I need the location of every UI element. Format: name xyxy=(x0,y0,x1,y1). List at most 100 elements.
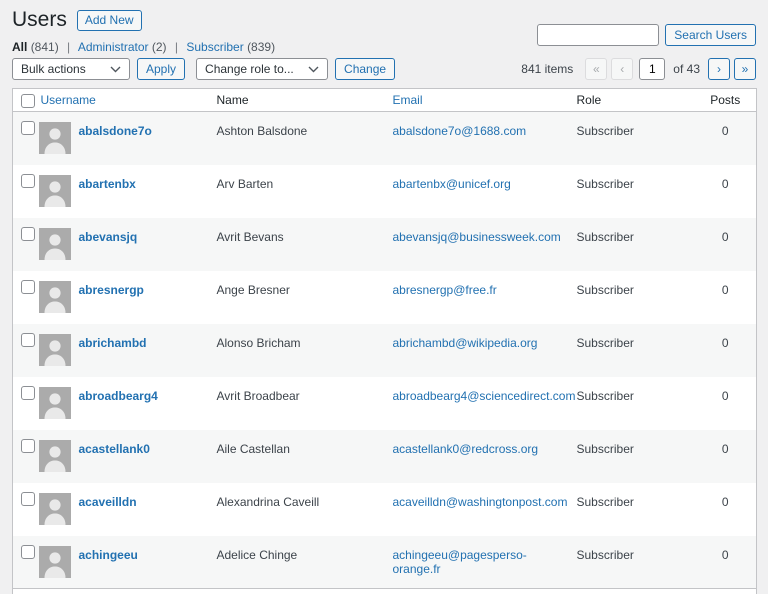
user-role: Subscriber xyxy=(575,377,701,430)
view-administrator[interactable]: Administrator xyxy=(78,40,149,54)
user-full-name: Alonso Bricham xyxy=(215,324,391,377)
users-table: Username Name Email Role Posts abalsdone… xyxy=(12,88,757,594)
username-link[interactable]: abroadbearg4 xyxy=(79,387,158,403)
change-button[interactable]: Change xyxy=(335,58,395,80)
current-page-input[interactable] xyxy=(639,58,665,80)
first-page-button: « xyxy=(585,58,607,80)
posts-count-link[interactable]: 0 xyxy=(722,548,729,562)
posts-count-link[interactable]: 0 xyxy=(722,389,729,403)
users-admin-page: Users Add New Search Users All (841) | A… xyxy=(0,0,768,594)
posts-count-link[interactable]: 0 xyxy=(722,336,729,350)
row-checkbox[interactable] xyxy=(21,174,35,188)
user-full-name: Adelice Chinge xyxy=(215,536,391,589)
next-page-button[interactable]: › xyxy=(708,58,730,80)
email-link[interactable]: acaveilldn@washingtonpost.com xyxy=(393,495,568,509)
posts-count-link[interactable]: 0 xyxy=(722,230,729,244)
add-new-button[interactable]: Add New xyxy=(77,10,142,31)
email-link[interactable]: abevansjq@businessweek.com xyxy=(393,230,561,244)
table-row: abrichambd Alonso Bricham abrichambd@wik… xyxy=(13,324,757,377)
search-input[interactable] xyxy=(537,24,659,46)
view-separator: | xyxy=(175,40,178,54)
previous-page-button: ‹ xyxy=(611,58,633,80)
user-full-name: Avrit Broadbear xyxy=(215,377,391,430)
email-link[interactable]: abartenbx@unicef.org xyxy=(393,177,511,191)
username-link[interactable]: achingeeu xyxy=(79,546,138,562)
user-full-name: Aile Castellan xyxy=(215,430,391,483)
username-link[interactable]: abrichambd xyxy=(79,334,147,350)
pagination: 841 items « ‹ of 43 › » xyxy=(521,58,756,80)
column-header-role: Role xyxy=(575,89,701,112)
user-role: Subscriber xyxy=(575,112,701,165)
posts-count-link[interactable]: 0 xyxy=(722,495,729,509)
user-role: Subscriber xyxy=(575,218,701,271)
row-checkbox[interactable] xyxy=(21,492,35,506)
row-checkbox[interactable] xyxy=(21,121,35,135)
table-row: abevansjq Avrit Bevans abevansjq@busines… xyxy=(13,218,757,271)
posts-count-link[interactable]: 0 xyxy=(722,442,729,456)
items-count: 841 items xyxy=(521,62,573,76)
change-role-select[interactable]: Change role to... xyxy=(196,58,328,80)
email-link[interactable]: abrichambd@wikipedia.org xyxy=(393,336,538,350)
user-full-name: Avrit Bevans xyxy=(215,218,391,271)
user-role: Subscriber xyxy=(575,324,701,377)
user-role: Subscriber xyxy=(575,165,701,218)
username-link[interactable]: abartenbx xyxy=(79,175,136,191)
page-title: Users xyxy=(12,8,67,32)
column-header-username[interactable]: Username xyxy=(39,89,215,112)
user-role: Subscriber xyxy=(575,483,701,536)
table-row: abalsdone7o Ashton Balsdone abalsdone7o@… xyxy=(13,112,757,165)
select-all-checkbox[interactable] xyxy=(21,94,35,108)
email-link[interactable]: abalsdone7o@1688.com xyxy=(393,124,527,138)
email-link[interactable]: abroadbearg4@sciencedirect.com xyxy=(393,389,576,403)
view-subscriber[interactable]: Subscriber xyxy=(186,40,243,54)
email-link[interactable]: abresnergp@free.fr xyxy=(393,283,497,297)
view-separator: | xyxy=(67,40,70,54)
row-checkbox[interactable] xyxy=(21,227,35,241)
column-header-email[interactable]: Email xyxy=(391,89,575,112)
view-all[interactable]: All xyxy=(12,40,27,54)
row-checkbox[interactable] xyxy=(21,545,35,559)
row-checkbox[interactable] xyxy=(21,280,35,294)
posts-count-link[interactable]: 0 xyxy=(722,283,729,297)
avatar xyxy=(39,546,71,578)
row-checkbox[interactable] xyxy=(21,333,35,347)
username-link[interactable]: abalsdone7o xyxy=(79,122,152,138)
avatar xyxy=(39,387,71,419)
user-role: Subscriber xyxy=(575,430,701,483)
apply-button[interactable]: Apply xyxy=(137,58,185,80)
bulk-actions-select[interactable]: Bulk actions xyxy=(12,58,130,80)
email-link[interactable]: acastellank0@redcross.org xyxy=(393,442,539,456)
change-role-value: Change role to... xyxy=(205,62,294,76)
last-page-button[interactable]: » xyxy=(734,58,756,80)
table-row: abroadbearg4 Avrit Broadbear abroadbearg… xyxy=(13,377,757,430)
table-row: abartenbx Arv Barten abartenbx@unicef.or… xyxy=(13,165,757,218)
table-row: achingeeu Adelice Chinge achingeeu@pages… xyxy=(13,536,757,589)
avatar xyxy=(39,228,71,260)
avatar xyxy=(39,281,71,313)
username-link[interactable]: acaveilldn xyxy=(79,493,137,509)
view-subscriber-count: (839) xyxy=(247,40,275,54)
bulk-actions-value: Bulk actions xyxy=(21,62,86,76)
search-users-button[interactable]: Search Users xyxy=(665,24,756,46)
posts-count-link[interactable]: 0 xyxy=(722,177,729,191)
user-role: Subscriber xyxy=(575,271,701,324)
chevron-down-icon xyxy=(110,66,121,73)
row-checkbox[interactable] xyxy=(21,386,35,400)
row-checkbox[interactable] xyxy=(21,439,35,453)
email-link[interactable]: achingeeu@pagesperso-orange.fr xyxy=(393,548,527,576)
username-link[interactable]: abresnergp xyxy=(79,281,144,297)
username-link[interactable]: acastellank0 xyxy=(79,440,150,456)
posts-count-link[interactable]: 0 xyxy=(722,124,729,138)
avatar xyxy=(39,334,71,366)
username-link[interactable]: abevansjq xyxy=(79,228,138,244)
search-box: Search Users xyxy=(537,24,756,46)
view-administrator-count: (2) xyxy=(152,40,167,54)
chevron-down-icon xyxy=(308,66,319,73)
table-row: acastellank0 Aile Castellan acastellank0… xyxy=(13,430,757,483)
user-full-name: Alexandrina Caveill xyxy=(215,483,391,536)
user-full-name: Ange Bresner xyxy=(215,271,391,324)
user-full-name: Ashton Balsdone xyxy=(215,112,391,165)
table-row: acaveilldn Alexandrina Caveill acaveilld… xyxy=(13,483,757,536)
table-footer xyxy=(13,589,757,594)
table-toolbar: Bulk actions Apply Change role to... Cha… xyxy=(12,58,756,80)
